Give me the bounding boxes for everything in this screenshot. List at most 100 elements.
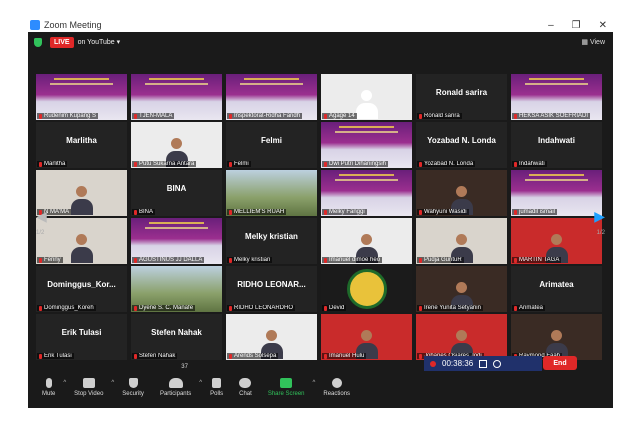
participant-tile[interactable]: Stefen Nahak Stefen Nahak xyxy=(131,314,222,360)
participant-name-label: Irene Yunita Setyanin xyxy=(417,305,483,311)
participant-name-label: Wahyuni Wasidi xyxy=(417,209,469,215)
participant-name: Felmi xyxy=(234,161,249,167)
participant-tile[interactable]: TJEN-MALA xyxy=(131,74,222,120)
muted-microphone-icon xyxy=(134,305,137,311)
participant-name: Dwi Putri Dihaningsih xyxy=(329,161,387,167)
participant-tile[interactable]: Melky Fanggi xyxy=(321,170,412,216)
participant-name: Devid xyxy=(329,305,345,311)
participant-tile[interactable]: Ronald sarira Ronald sarira xyxy=(416,74,507,120)
participant-name-label: Arends Solsepa xyxy=(227,353,279,359)
participant-tile[interactable]: Dominggus_Kor... Dominggus_Koreh xyxy=(36,266,127,312)
end-meeting-button[interactable]: End xyxy=(543,356,577,370)
recording-dot-icon xyxy=(430,360,436,367)
participant-name-label: Devid xyxy=(322,305,347,311)
participant-name-label: Erik Tulasi xyxy=(37,353,74,359)
next-page-arrow-icon[interactable]: ▶ xyxy=(594,208,605,225)
participant-name: Erik Tulasi xyxy=(44,353,72,359)
participants-options-caret-icon[interactable]: ^ xyxy=(199,380,202,386)
participant-tile[interactable]: Marlitha Marlitha xyxy=(36,122,127,168)
participant-tile[interactable]: Wahyuni Wasidi xyxy=(416,170,507,216)
participant-name-label: Imanuel dimoe heo xyxy=(322,257,383,263)
participant-name: Ronald sarira xyxy=(424,113,460,119)
participant-tile[interactable]: AGUSTINUS JJ DALLA xyxy=(131,218,222,264)
share-screen-button[interactable]: Share Screen xyxy=(268,378,305,397)
participant-tile[interactable]: MARTIN TAGA xyxy=(511,218,602,264)
pause-recording-icon[interactable] xyxy=(479,359,488,368)
live-destination-dropdown[interactable]: on YouTube ▾ xyxy=(78,38,121,46)
share-screen-icon xyxy=(280,378,293,388)
participant-display-name: Indahwati xyxy=(538,136,575,145)
participant-name-label: Ronald sarira xyxy=(417,113,462,119)
view-button[interactable]: ▦ View xyxy=(581,38,613,46)
participant-display-name: Dominggus_Kor... xyxy=(47,280,116,289)
participant-display-name: Marlitha xyxy=(66,136,97,145)
muted-microphone-icon xyxy=(39,353,42,359)
participant-tile[interactable]: Inspektorat-Ridha Faridh xyxy=(226,74,317,120)
muted-microphone-icon xyxy=(324,161,327,167)
participants-button[interactable]: 37 Participants xyxy=(160,364,191,397)
muted-microphone-icon xyxy=(324,305,327,311)
participant-name: Marlitha xyxy=(44,161,66,167)
stop-video-button[interactable]: Stop Video xyxy=(74,378,103,397)
participant-tile[interactable]: Felmi Felmi xyxy=(226,122,317,168)
participant-tile[interactable]: Putu Sukarna Antara xyxy=(131,122,222,168)
participant-tile[interactable]: Arimatea Arimatea xyxy=(511,266,602,312)
participant-tile[interactable]: Melky kristian Melky kristian xyxy=(226,218,317,264)
participant-tile[interactable]: Erik Tulasi Erik Tulasi xyxy=(36,314,127,360)
previous-page-arrow-icon[interactable]: ◀ xyxy=(36,208,47,225)
polls-button[interactable]: Polls xyxy=(210,378,223,397)
encryption-shield-icon[interactable] xyxy=(34,37,42,47)
participant-tile[interactable]: Yozabad N. Londa Yozabad N. Londa xyxy=(416,122,507,168)
participant-name: Wahyuni Wasidi xyxy=(424,209,467,215)
participant-tile[interactable]: RIDHO LEONAR... RIDHO LEONARDHO xyxy=(226,266,317,312)
mute-options-caret-icon[interactable]: ^ xyxy=(63,380,66,386)
participant-tile[interactable]: Fenny xyxy=(36,218,127,264)
participant-tile[interactable]: Irene Yunita Setyanin xyxy=(416,266,507,312)
participant-tile[interactable]: Dyene S. C. Manafe xyxy=(131,266,222,312)
close-button[interactable]: ✕ xyxy=(599,20,607,31)
muted-microphone-icon xyxy=(229,113,232,119)
participant-name-label: Putu Sukarna Antara xyxy=(132,161,197,167)
security-button[interactable]: Security xyxy=(122,378,144,397)
reactions-button[interactable]: Reactions xyxy=(323,378,350,397)
participant-tile[interactable]: Agage 14 xyxy=(321,74,412,120)
participant-tile[interactable]: HEKSA ASIK SOEFRIADI xyxy=(511,74,602,120)
maximize-button[interactable]: ❐ xyxy=(572,20,581,31)
participant-name-label: AGUSTINUS JJ DALLA xyxy=(132,257,205,263)
window-controls: – ❐ ✕ xyxy=(548,20,613,31)
participant-tile[interactable]: Indahwati Indahwati xyxy=(511,122,602,168)
muted-microphone-icon xyxy=(419,161,422,167)
participant-tile[interactable]: Raymond Faah xyxy=(511,314,602,360)
participant-tile[interactable]: N MA'MA xyxy=(36,170,127,216)
participant-tile[interactable]: Rudenim Kupang S xyxy=(36,74,127,120)
person-figure xyxy=(70,186,93,216)
chat-bubble-icon xyxy=(239,378,252,388)
zoom-app-icon xyxy=(30,20,40,30)
meeting-topbar: LIVE on YouTube ▾ ▦ View xyxy=(28,32,613,52)
participant-tile[interactable]: Imanuel dimoe heo xyxy=(321,218,412,264)
participant-name: RIDHO LEONARDHO xyxy=(234,305,294,311)
muted-microphone-icon xyxy=(324,113,327,119)
participant-tile[interactable]: MELLIEM'S RUAH xyxy=(226,170,317,216)
participant-tile[interactable]: Johanes Osiares Jodi xyxy=(416,314,507,360)
participant-name: BINA xyxy=(139,209,154,215)
participant-tile[interactable]: Devid xyxy=(321,266,412,312)
stop-recording-icon[interactable] xyxy=(493,359,502,368)
participant-display-name: Erik Tulasi xyxy=(61,328,102,337)
participant-name: AGUSTINUS JJ DALLA xyxy=(139,257,203,263)
participant-name-label: RIDHO LEONARDHO xyxy=(227,305,296,311)
chat-button[interactable]: Chat xyxy=(239,378,252,397)
smiley-icon xyxy=(331,378,342,388)
participant-tile[interactable]: jumadil ismail xyxy=(511,170,602,216)
participant-tile[interactable]: Pudja GuntuR xyxy=(416,218,507,264)
participant-name-label: Dwi Putri Dihaningsih xyxy=(322,161,389,167)
participant-tile[interactable]: Imanuel Hulu xyxy=(321,314,412,360)
participant-tile[interactable]: Dwi Putri Dihaningsih xyxy=(321,122,412,168)
share-options-caret-icon[interactable]: ^ xyxy=(313,380,316,386)
video-options-caret-icon[interactable]: ^ xyxy=(111,380,114,386)
participant-tile[interactable]: Arends Solsepa xyxy=(226,314,317,360)
participant-tile[interactable]: BINA BINA xyxy=(131,170,222,216)
mute-button[interactable]: Mute xyxy=(42,378,55,397)
microphone-icon xyxy=(45,378,52,388)
minimize-button[interactable]: – xyxy=(548,20,554,31)
